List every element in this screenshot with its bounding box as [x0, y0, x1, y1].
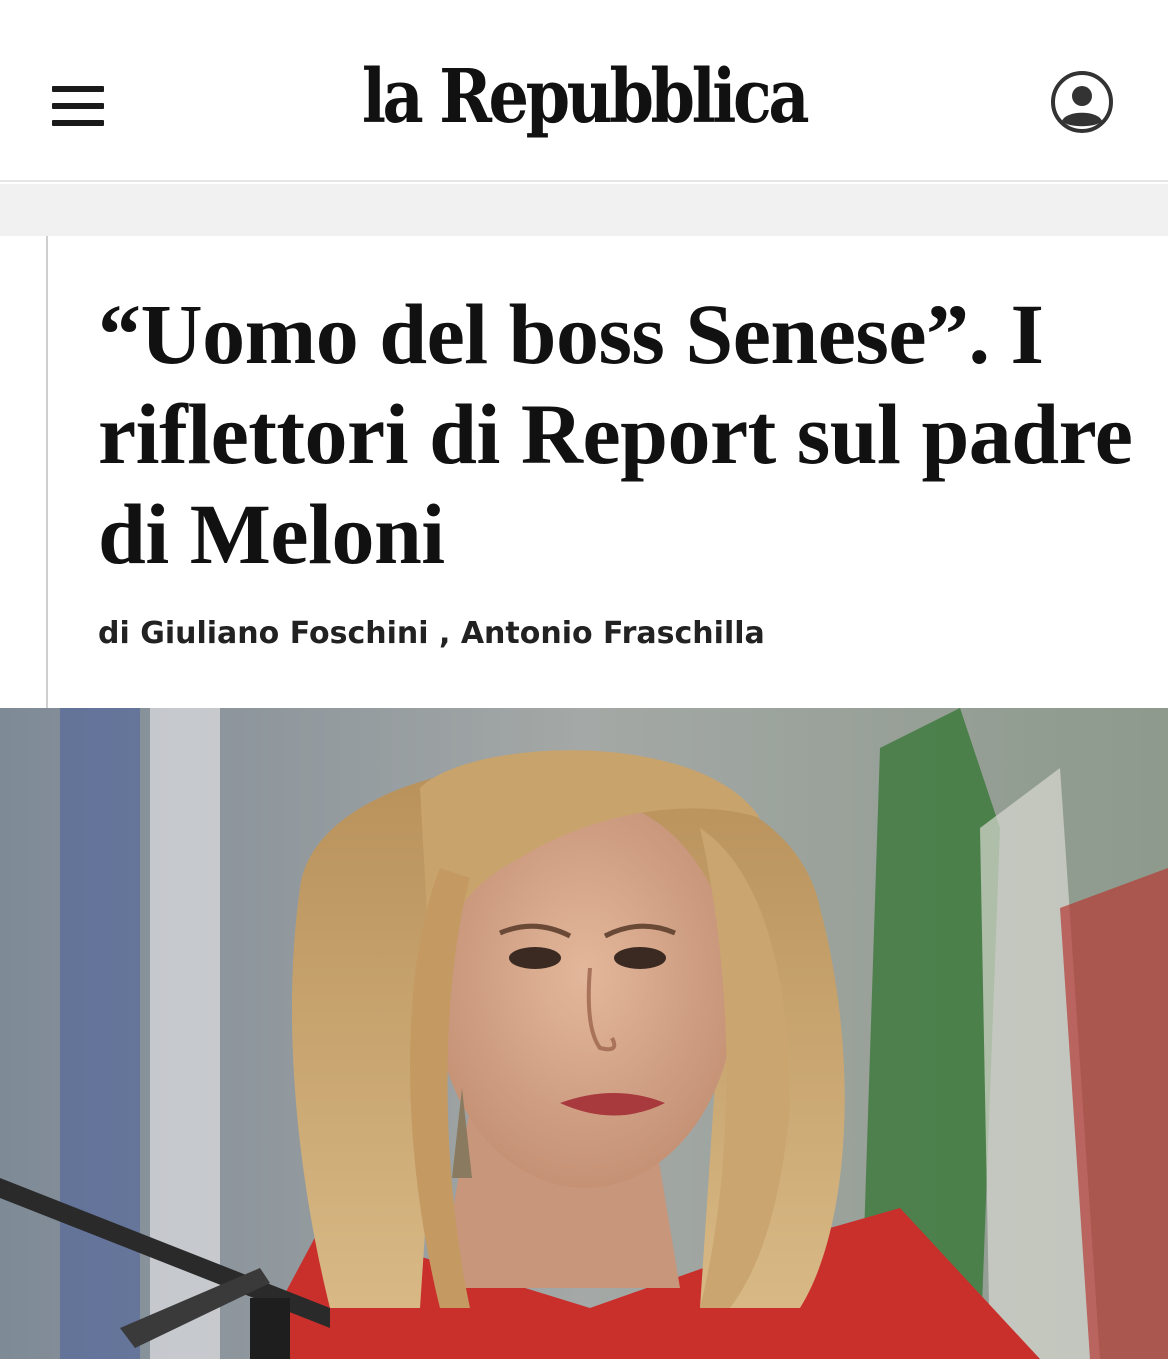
menu-button[interactable]	[50, 82, 106, 130]
hamburger-bar	[52, 103, 104, 109]
author-link-2[interactable]: Antonio Fraschilla	[461, 616, 765, 651]
hamburger-bar	[52, 120, 104, 126]
photo-portrait-woman	[0, 708, 1168, 1359]
author-separator: ,	[438, 616, 451, 651]
hamburger-menu-icon	[52, 86, 104, 92]
user-account-icon	[1051, 71, 1113, 133]
ad-spacer-band	[0, 184, 1168, 236]
article-header: “Uomo del boss Senese”. I riflettori di …	[0, 236, 1168, 708]
article-headline: “Uomo del boss Senese”. I riflettori di …	[98, 286, 1133, 582]
article-byline: di Giuliano Foschini , Antonio Fraschill…	[98, 614, 765, 654]
left-divider	[46, 236, 48, 708]
byline-prefix: di	[98, 616, 130, 651]
site-header: la Repubblica	[0, 0, 1168, 182]
author-link-1[interactable]: Giuliano Foschini	[140, 616, 428, 651]
account-button[interactable]	[1050, 70, 1114, 134]
site-logo[interactable]: la Repubblica	[340, 52, 828, 142]
article-photo	[0, 708, 1168, 1359]
